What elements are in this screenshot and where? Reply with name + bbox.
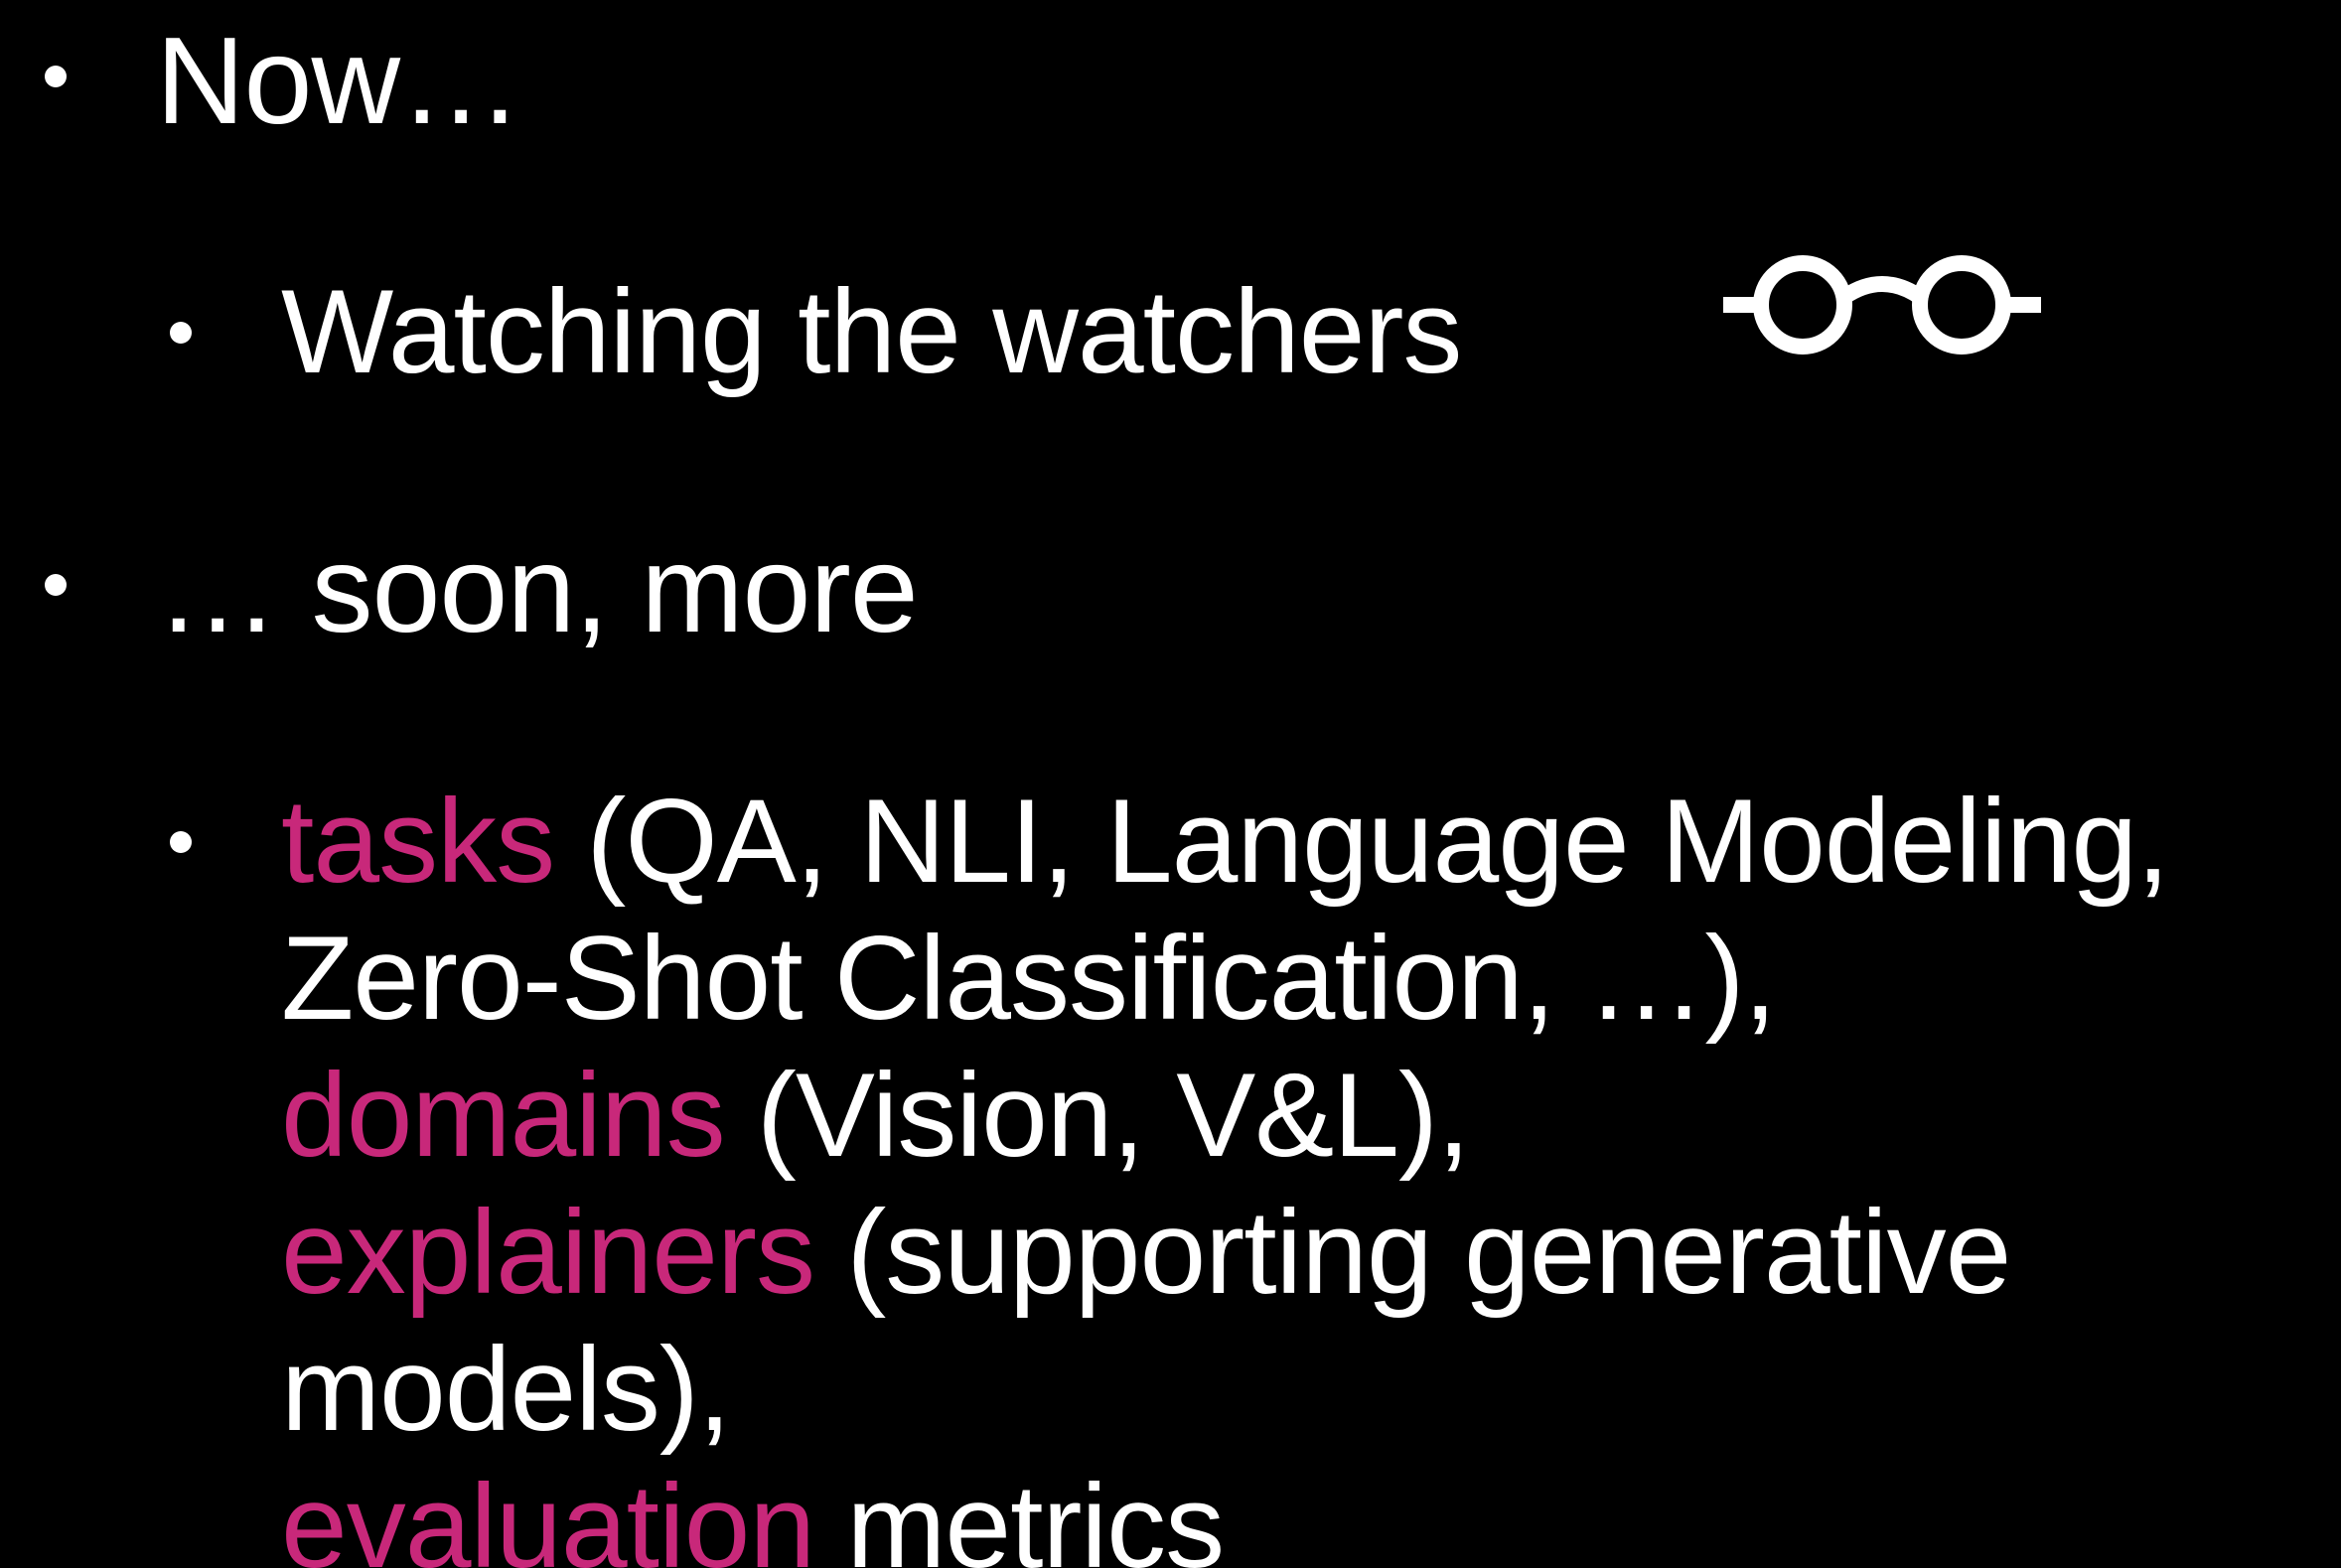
keyword-domains: domains xyxy=(281,1049,726,1182)
slide: Now… Watching the watchers … soon, more … xyxy=(0,0,2341,1568)
more-line-evaluation: evaluation metrics xyxy=(281,1467,1225,1568)
explainers-details: (supporting generative xyxy=(813,1186,2011,1319)
keyword-tasks: tasks xyxy=(281,775,555,908)
bullet-dot xyxy=(45,66,67,87)
glasses-icon xyxy=(1723,255,2041,355)
keyword-explainers: explainers xyxy=(281,1186,815,1319)
evaluation-details: metrics xyxy=(814,1460,1225,1568)
sub-bullet-dot xyxy=(170,831,192,853)
bullet-dot xyxy=(45,574,67,596)
more-line-zero-shot: Zero-Shot Classification, …), xyxy=(281,912,1777,1045)
bullet-soon-text: … soon, more xyxy=(156,521,919,658)
more-line-tasks: tasks (QA, NLI, Language Modeling, xyxy=(281,782,2169,901)
tasks-details: (QA, NLI, Language Modeling, xyxy=(554,775,2169,908)
domains-details: (Vision, V&L), xyxy=(724,1049,1470,1182)
bullet-watching-text: Watching the watchers xyxy=(281,265,1462,398)
more-line-models: models), xyxy=(281,1323,731,1456)
bullet-now-text: Now… xyxy=(156,13,522,150)
more-line-explainers: explainers (supporting generative xyxy=(281,1193,2011,1312)
keyword-evaluation: evaluation xyxy=(281,1460,815,1568)
sub-bullet-dot xyxy=(170,322,192,344)
more-line-domains: domains (Vision, V&L), xyxy=(281,1056,1470,1175)
